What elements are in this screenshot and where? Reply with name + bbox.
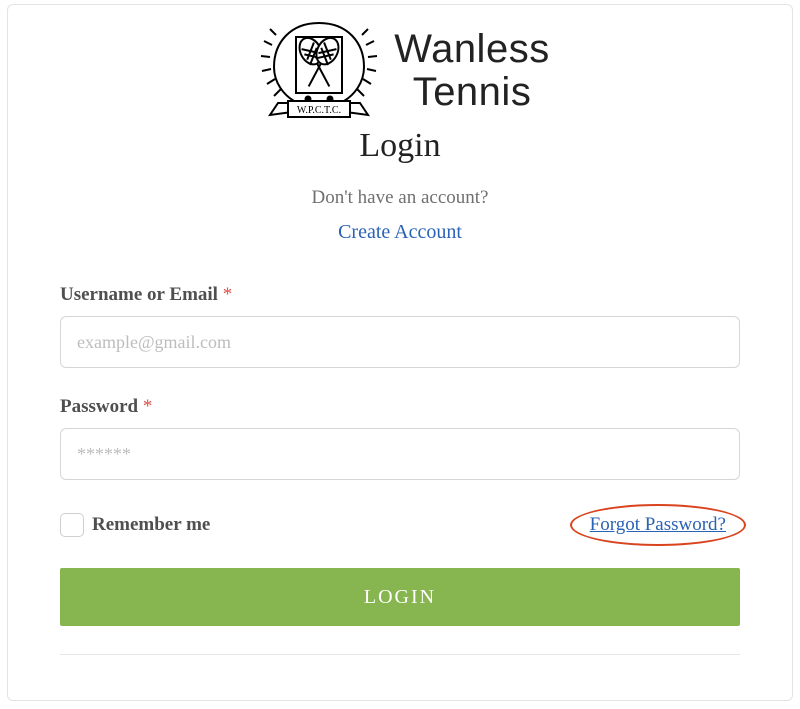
username-input[interactable]	[60, 316, 740, 368]
create-account-link[interactable]: Create Account	[60, 221, 740, 244]
required-mark: *	[143, 396, 153, 417]
username-label-text: Username or Email	[60, 284, 218, 305]
username-label: Username or Email *	[60, 284, 740, 306]
divider	[60, 654, 740, 655]
logo-row: W.P.C.T.C. Wanless Tennis	[60, 17, 740, 125]
login-card: W.P.C.T.C. Wanless Tennis Login Don't ha…	[7, 4, 793, 701]
club-crest-logo: W.P.C.T.C.	[250, 17, 388, 125]
no-account-text: Don't have an account?	[60, 187, 740, 209]
remember-forgot-row: Remember me Forgot Password?	[60, 510, 740, 540]
password-input[interactable]	[60, 428, 740, 480]
required-mark: *	[223, 284, 233, 305]
remember-me-group: Remember me	[60, 513, 210, 537]
forgot-password-highlight: Forgot Password?	[576, 510, 740, 540]
password-label-text: Password	[60, 396, 138, 417]
password-label: Password *	[60, 396, 740, 418]
brand-line1: Wanless	[394, 28, 549, 71]
remember-me-label: Remember me	[92, 514, 210, 536]
login-button[interactable]: LOGIN	[60, 568, 740, 626]
crest-text: W.P.C.T.C.	[297, 105, 341, 116]
page-title: Login	[60, 127, 740, 165]
brand-line2: Tennis	[394, 71, 549, 114]
remember-me-checkbox[interactable]	[60, 513, 84, 537]
brand-name: Wanless Tennis	[394, 28, 549, 114]
forgot-password-link[interactable]: Forgot Password?	[590, 514, 726, 535]
